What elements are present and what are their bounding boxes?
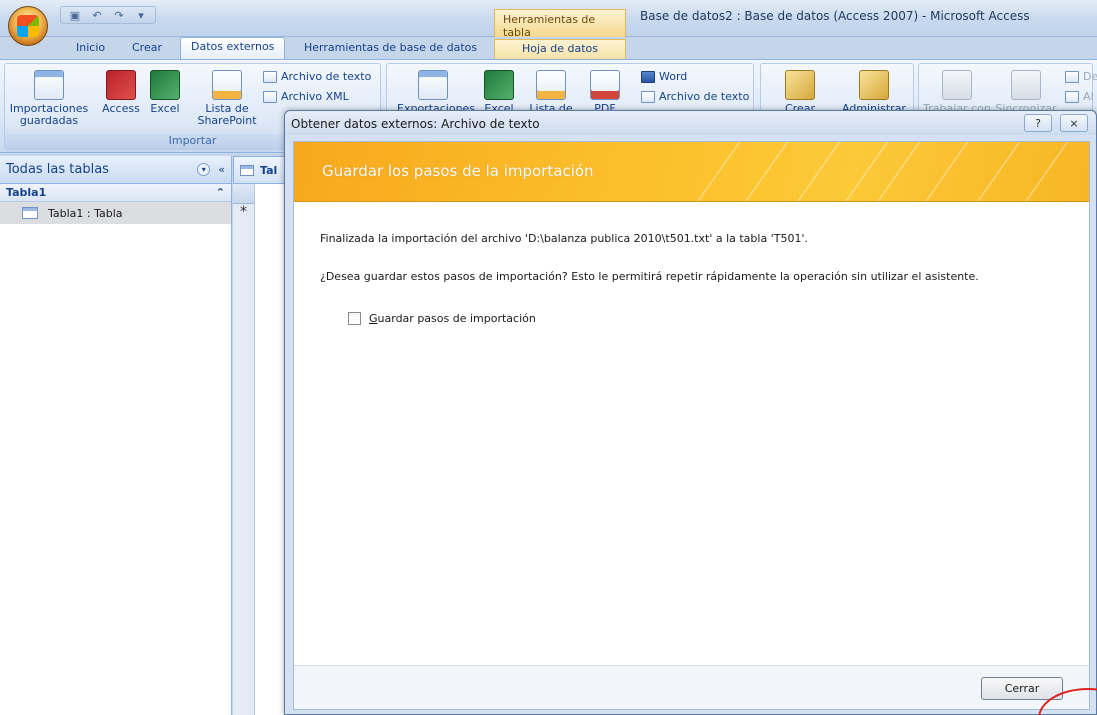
dialog-footer: Cerrar [294,665,1089,709]
banner-decoration-2 [782,142,896,201]
save-icon[interactable]: ▣ [67,8,83,22]
saved-exports-button[interactable]: Exportaciones [397,70,475,115]
save-steps-label: Guardar pasos de importación [369,312,536,325]
banner-title: Guardar los pasos de la importación [322,162,594,180]
row-selector-column: * [233,184,255,715]
export-text-button[interactable]: Archivo de texto [641,90,749,103]
banner-decoration-1 [682,142,796,201]
select-all-cell[interactable] [233,184,254,204]
tab-crear[interactable]: Crear [122,39,172,59]
office-button[interactable] [8,6,48,46]
manage-replies-icon [859,70,889,100]
export-excel-icon [484,70,514,100]
saved-imports-icon [34,70,64,100]
xml-file-icon [263,90,277,103]
dialog-body: Guardar los pasos de la importación Fina… [293,141,1090,710]
excel-icon [150,70,180,100]
saved-imports-label: Importaciones guardadas [9,102,89,127]
import-excel-button[interactable]: Excel [145,70,185,115]
ribbon-tabs: Inicio Crear Datos externos Herramientas… [0,37,1097,60]
nav-header[interactable]: Todas las tablas ▾ « [0,156,231,184]
synchronize-button[interactable]: Sincronizar [993,70,1059,115]
help-icon[interactable]: ? [1024,114,1052,132]
context-tab-group-label: Herramientas de tabla [494,9,626,39]
nav-group-title: Tabla1 [6,186,47,199]
sharepoint-icon [212,70,242,100]
navigation-pane: Todas las tablas ▾ « Tabla1 ⌃ Tabla1 : T… [0,156,232,715]
ribbon-right-label-1: De [1083,70,1097,83]
nav-group-tabla1[interactable]: Tabla1 ⌃ [0,184,231,202]
export-word-label: Word [659,70,688,83]
saved-exports-icon [418,70,448,100]
new-record-icon[interactable]: * [233,204,254,224]
document-tab-table-icon [240,164,254,176]
tab-hoja-de-datos[interactable]: Hoja de datos [494,39,626,59]
save-steps-checkbox-row[interactable]: Guardar pasos de importación [348,312,536,325]
ribbon-right-item-2[interactable]: Al [1065,90,1094,103]
export-text-label: Archivo de texto [659,90,750,103]
import-xml-button[interactable]: Archivo XML [263,90,349,103]
dialog-title-bar: Obtener datos externos: Archivo de texto… [285,111,1096,135]
document-tab-label: Tal [260,163,278,177]
saved-imports-button[interactable]: Importaciones guardadas [9,70,89,127]
import-sharepoint-label: Lista de SharePoint [197,102,257,127]
nav-header-title: Todas las tablas [6,162,109,177]
export-list-button[interactable]: Lista de [527,70,575,115]
ribbon-right-item-1[interactable]: De [1065,70,1097,83]
tab-datos-externos[interactable]: Datos externos [180,37,286,60]
import-access-button[interactable]: Access [101,70,141,115]
dialog-content: Finalizada la importación del archivo 'D… [320,232,1080,308]
save-steps-question: ¿Desea guardar estos pasos de importació… [320,270,979,283]
export-excel-button[interactable]: Excel [479,70,519,115]
office-logo-icon [17,15,39,37]
export-text-icon [641,90,655,103]
import-text-label: Archivo de texto [281,70,372,83]
banner-decoration-4 [962,142,1076,201]
qat-dropdown-icon[interactable]: ▾ [133,8,149,22]
import-sharepoint-button[interactable]: Lista de SharePoint [195,70,259,127]
tab-herramientas-base-datos[interactable]: Herramientas de base de datos [294,39,487,59]
synchronize-icon [1011,70,1041,100]
import-xml-label: Archivo XML [281,90,349,103]
relink-icon [1065,90,1079,103]
work-offline-icon [942,70,972,100]
redo-icon[interactable]: ↷ [111,8,127,22]
export-list-icon [536,70,566,100]
word-icon [641,70,655,83]
undo-icon[interactable]: ↶ [89,8,105,22]
nav-collapse-icon[interactable]: « [218,163,225,176]
export-pdf-button[interactable]: PDF [585,70,625,115]
nav-group-collapse-icon[interactable]: ⌃ [216,186,225,199]
save-steps-checkbox[interactable] [348,312,361,325]
close-icon[interactable]: ⨯ [1060,114,1088,132]
nav-dropdown-icon[interactable]: ▾ [197,163,211,176]
import-excel-label: Excel [150,102,180,115]
title-bar: ▣ ↶ ↷ ▾ Herramientas de tabla Base de da… [0,0,1097,46]
text-file-icon [263,70,277,83]
import-text-button[interactable]: Archivo de texto [263,70,371,83]
import-access-label: Access [102,102,140,115]
import-finished-message: Finalizada la importación del archivo 'D… [320,232,808,245]
export-word-button[interactable]: Word [641,70,687,83]
tab-inicio[interactable]: Inicio [66,39,115,59]
manage-replies-button[interactable]: Administrar [839,70,909,115]
window-title: Base de datos2 : Base de datos (Access 2… [640,9,1030,23]
work-offline-button[interactable]: Trabajar con [923,70,991,115]
pdf-icon [590,70,620,100]
dialog-title: Obtener datos externos: Archivo de texto [291,117,540,131]
discard-icon [1065,70,1079,83]
quick-access-toolbar: ▣ ↶ ↷ ▾ [60,6,156,24]
nav-item-label: Tabla1 : Tabla [48,206,123,220]
create-mail-icon [785,70,815,100]
nav-item-tabla1[interactable]: Tabla1 : Tabla [0,202,231,224]
access-window: ▣ ↶ ↷ ▾ Herramientas de tabla Base de da… [0,0,1097,715]
import-dialog: Obtener datos externos: Archivo de texto… [284,110,1097,715]
ribbon-right-label-2: Al [1083,90,1094,103]
access-icon [106,70,136,100]
dialog-banner: Guardar los pasos de la importación [294,142,1089,202]
table-icon [22,207,38,219]
